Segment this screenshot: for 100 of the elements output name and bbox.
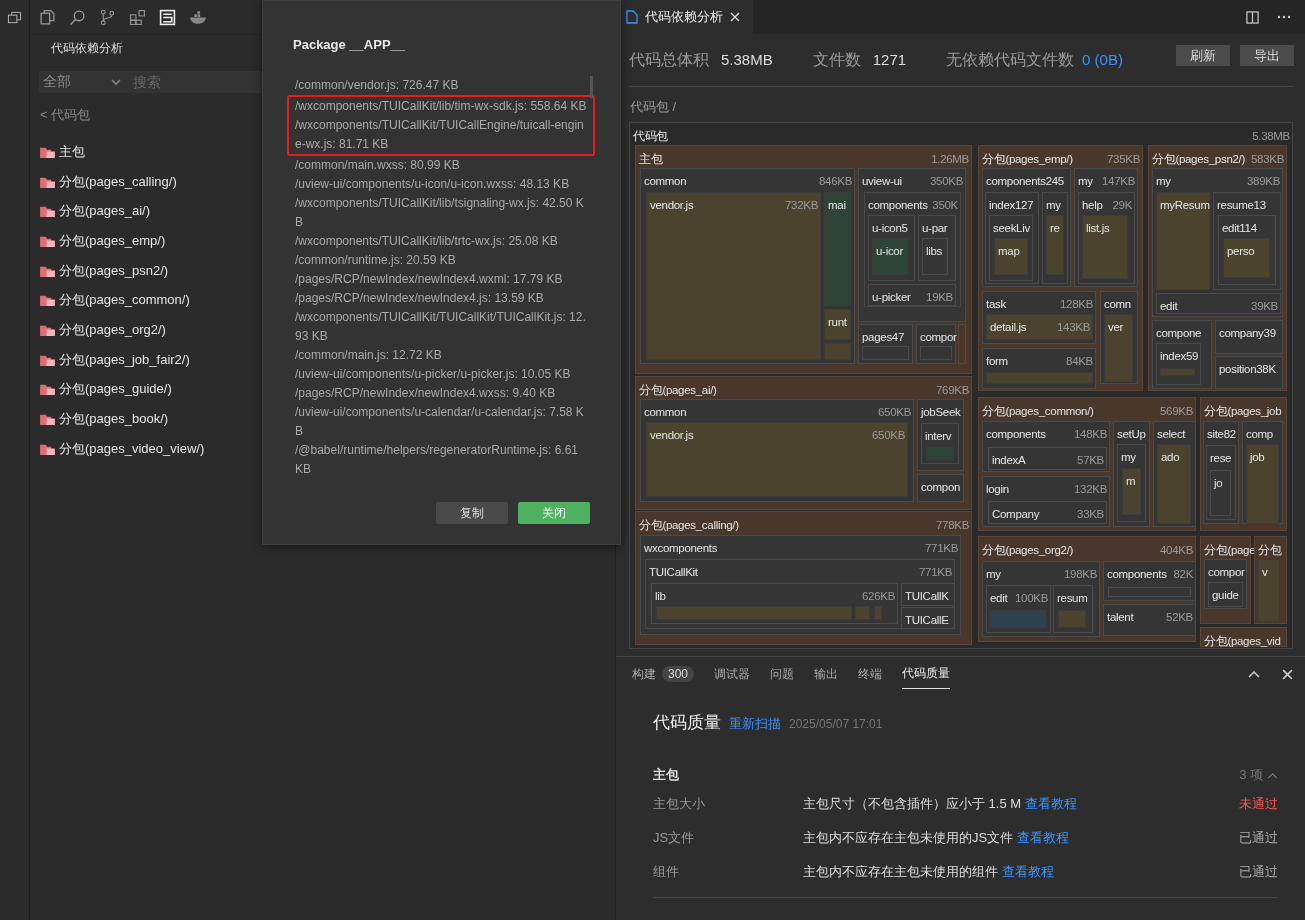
rule-status: 已通过 <box>1239 829 1278 847</box>
block-label: task <box>986 297 1006 311</box>
block-label: 分包 <box>1258 543 1282 557</box>
dialog-title: Package __APP__ <box>293 37 407 52</box>
block-label: runt <box>828 315 847 329</box>
block-label: map <box>998 244 1020 258</box>
file-size-line: /common/main.wxss: 80.99 KB <box>294 157 461 174</box>
block-label: pages47 <box>862 330 905 344</box>
block-label: 分包(pages_ai/) <box>639 383 717 397</box>
timestamp: 2025/05/07 17:01 <box>789 717 883 731</box>
block-label: libs <box>926 244 943 258</box>
block-size: 650KB <box>871 428 905 442</box>
block-size: 82K <box>1173 567 1193 581</box>
block-label: 分包(pages_org2/) <box>982 543 1074 557</box>
block-label: common <box>644 405 687 419</box>
breadcrumb: 代码包 / <box>629 98 678 116</box>
rule-description: 主包内不应存在主包未使用的JS文件 查看教程 <box>803 829 1070 847</box>
block-size: 33KB <box>1077 507 1104 521</box>
file-size-line: /pages/RCP/newIndex/newIndex4.wxml: 17.79 KB <box>294 271 564 288</box>
block-label: seekLiv <box>993 221 1030 235</box>
block-label: vendor.js <box>650 428 694 442</box>
block-size: 39KB <box>1251 299 1278 313</box>
block-size: 771KB <box>918 565 952 579</box>
block-size: 650KB <box>877 405 911 419</box>
count-badge: 300 <box>662 666 695 682</box>
block-label: uview-ui <box>862 174 902 188</box>
block-label: components245 <box>986 174 1064 188</box>
rule-name: 组件 <box>653 863 680 881</box>
block-label: vendor.js <box>650 198 694 212</box>
block-label: jo <box>1214 476 1223 490</box>
block-label: talent <box>1107 610 1134 624</box>
file-size-line: /wxcomponents/TUICallKit/TUICallEngine/tuicall-engine-wx.js: 81.71 KB <box>287 116 595 156</box>
block-label: index127 <box>989 198 1034 212</box>
block-label: edit114 <box>1222 221 1257 235</box>
block-label: ver <box>1108 320 1124 334</box>
block-size: 769KB <box>935 383 969 397</box>
block-size: 19KB <box>926 290 953 304</box>
block-label: components <box>986 427 1046 441</box>
block-size: 732KB <box>784 198 818 212</box>
block-label: interv <box>925 429 952 443</box>
block-label: u-picker <box>872 290 911 304</box>
block-label: select <box>1157 427 1186 441</box>
rule-name: JS文件 <box>653 829 696 847</box>
block-label: 分包(pages_emp/) <box>982 152 1073 166</box>
block-label: comn <box>1104 297 1131 311</box>
file-size-line: /wxcomponents/TUICallKit/lib/tsignaling-wx.js: 42.50 KB <box>294 195 585 231</box>
block-label: components <box>1107 567 1167 581</box>
rule-description: 主包内不应存在主包未使用的组件 查看教程 <box>803 863 1055 881</box>
block-label: compor <box>1208 565 1245 579</box>
block-label: TUICallKit <box>649 565 698 579</box>
block-label: help <box>1082 198 1103 212</box>
block-label: common <box>644 174 687 188</box>
file-size-line: /pages/RCP/newIndex/newIndex4.wxss: 9.40 KB <box>294 385 557 402</box>
rule-name: 主包大小 <box>653 795 706 813</box>
file-size-line: /common/main.js: 12.72 KB <box>294 347 443 364</box>
block-label: compor <box>920 330 957 344</box>
block-label: 分包(pages_calling/) <box>639 518 739 532</box>
block-label: my <box>1078 174 1093 188</box>
block-label: login <box>986 482 1009 496</box>
file-size-line: /uview-ui/components/u-icon/u-icon.wxss: 48.13 KB <box>294 176 571 193</box>
block-label: compon <box>921 480 961 494</box>
block-size: 132KB <box>1073 482 1107 496</box>
block-size: 100KB <box>1014 591 1048 605</box>
block-label: edit <box>990 591 1008 605</box>
file-size-line: /wxcomponents/TUICallKit/lib/tim-wx-sdk.js: 558.64 KB <box>287 95 595 116</box>
block-label: site82 <box>1207 427 1236 441</box>
section-title: 代码质量 <box>653 712 721 734</box>
block-label: my <box>986 567 1001 581</box>
block-label: position38K <box>1219 362 1276 376</box>
block-label: mai <box>828 198 846 212</box>
block-label: rese <box>1210 451 1232 465</box>
block-size: 846KB <box>818 174 852 188</box>
rule-description: 主包尺寸（不包含插件）应小于 1.5 M 查看教程 <box>803 795 1078 813</box>
block-label: myResum <box>1160 198 1210 212</box>
stat-label: 无依赖代码文件数 <box>946 49 1075 70</box>
block-size: 404KB <box>1159 543 1193 557</box>
file-size-line: /pages/RCP/newIndex/newIndex4.js: 13.59 KB <box>294 290 545 307</box>
block-size: 147KB <box>1101 174 1135 188</box>
block-label: setUp <box>1117 427 1146 441</box>
block-size: 29K <box>1112 198 1132 212</box>
file-size-line: /wxcomponents/TUICallKit/lib/trtc-wx.js: 25.08 KB <box>294 233 559 250</box>
block-size: 198KB <box>1063 567 1097 581</box>
block-size: 5.38MB <box>1252 129 1290 143</box>
block-label: list.js <box>1086 221 1110 235</box>
block-label: 代码包 <box>633 129 669 143</box>
block-label: edit <box>1160 299 1178 313</box>
block-label: resum <box>1057 591 1088 605</box>
block-size: 583KB <box>1250 152 1284 166</box>
block-size: 771KB <box>924 541 958 555</box>
block-label: TUICallK <box>905 589 949 603</box>
block-size: 84KB <box>1066 354 1093 368</box>
block-label: components <box>868 198 928 212</box>
block-label: jobSeek <box>921 405 961 419</box>
block-label: perso <box>1227 244 1255 258</box>
stat-label: 代码总体积 <box>629 49 709 70</box>
rule-status: 未通过 <box>1239 795 1278 813</box>
block-label: Company <box>992 507 1040 521</box>
block-size: 128KB <box>1059 297 1093 311</box>
block-size: 350KB <box>929 174 963 188</box>
block-label: guide <box>1212 588 1239 602</box>
